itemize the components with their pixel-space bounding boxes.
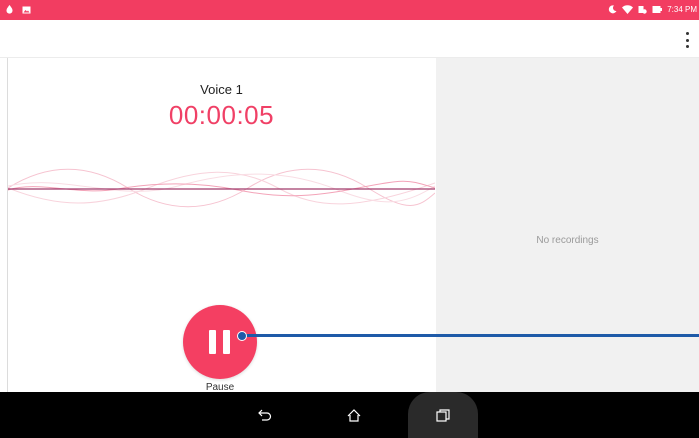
- status-right-icons: 7:34 PM: [608, 4, 697, 15]
- status-time: 7:34 PM: [667, 5, 697, 14]
- pointer-line: [244, 334, 699, 337]
- home-icon: [347, 408, 361, 422]
- image-icon: [22, 6, 31, 13]
- left-edge-divider: [0, 58, 8, 392]
- back-button[interactable]: [250, 392, 280, 438]
- home-button[interactable]: [339, 392, 369, 438]
- empty-state-text: No recordings: [536, 235, 599, 246]
- waveform-visualizer: [8, 168, 435, 208]
- battery-saver-icon: [638, 6, 647, 14]
- navigation-bar: [0, 392, 699, 438]
- recents-button[interactable]: [428, 392, 458, 438]
- recorder-panel: Voice 1 00:00:05 Pause: [8, 58, 435, 393]
- app-bar: [0, 20, 699, 58]
- notification-icon: [6, 5, 13, 14]
- wifi-icon: [622, 5, 634, 14]
- pause-button[interactable]: [183, 305, 257, 379]
- moon-icon: [609, 5, 617, 14]
- battery-icon: [652, 6, 663, 13]
- recordings-list-panel: No recordings: [436, 58, 699, 392]
- status-bar: 7:34 PM: [0, 0, 699, 20]
- recents-icon: [436, 408, 450, 422]
- pointer-dot: [237, 331, 247, 341]
- pause-icon: [209, 330, 216, 354]
- pause-icon-bar: [223, 330, 230, 354]
- recording-timer: 00:00:05: [168, 100, 275, 130]
- more-vert-icon[interactable]: [683, 32, 691, 48]
- status-left-icons: [6, 5, 31, 14]
- back-icon: [258, 409, 272, 421]
- recording-title: Voice 1: [200, 82, 243, 97]
